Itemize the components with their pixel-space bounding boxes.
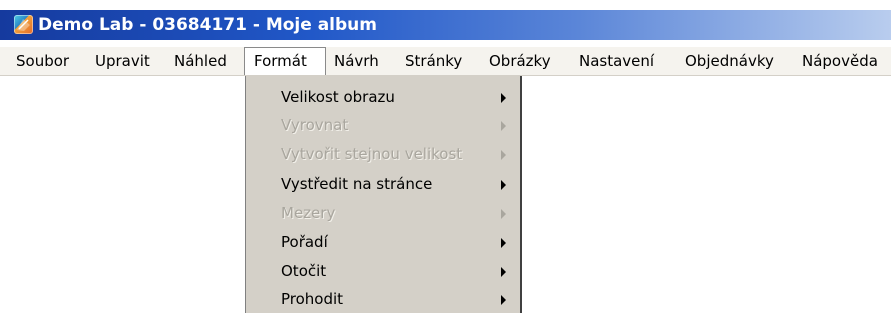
menu-item-vystredit-na-strance[interactable]: Vystředit na stránce [245, 172, 519, 197]
menu-item-label: Mezery [281, 204, 336, 222]
menu-nastaveni[interactable]: Nastavení [579, 47, 654, 75]
menu-bar: Soubor Upravit Náhled Formát Návrh Strán… [0, 47, 891, 76]
menu-item-label: Vyrovnat [281, 116, 349, 134]
menu-item-label: Pořadí [281, 233, 328, 251]
submenu-arrow-icon [501, 93, 506, 103]
window-title: Demo Lab - 03684171 - Moje album [38, 15, 377, 35]
submenu-arrow-icon [501, 150, 506, 160]
menu-item-vytvorit-stejnou-velikost: Vytvořit stejnou velikost [245, 142, 519, 167]
menu-item-mezery: Mezery [245, 201, 519, 226]
menu-obrazky[interactable]: Obrázky [489, 47, 551, 75]
menu-navrh[interactable]: Návrh [334, 47, 379, 75]
menu-upravit[interactable]: Upravit [95, 47, 150, 75]
menu-format[interactable]: Formát [244, 47, 326, 75]
menu-soubor[interactable]: Soubor [16, 47, 69, 75]
menu-item-poradi[interactable]: Pořadí [245, 230, 519, 255]
submenu-arrow-icon [501, 121, 506, 131]
submenu-arrow-icon [501, 238, 506, 248]
menu-stranky[interactable]: Stránky [405, 47, 462, 75]
title-bar[interactable]: Demo Lab - 03684171 - Moje album [0, 0, 891, 40]
menu-item-otocit[interactable]: Otočit [245, 259, 519, 284]
menu-item-label: Prohodit [281, 290, 344, 308]
submenu-arrow-icon [501, 209, 506, 219]
app-logo-icon[interactable] [14, 15, 33, 34]
menu-item-label: Velikost obrazu [281, 88, 395, 106]
menu-item-label: Vytvořit stejnou velikost [281, 145, 463, 163]
menu-item-vyrovnat: Vyrovnat [245, 113, 519, 138]
submenu-arrow-icon [501, 267, 506, 277]
submenu-arrow-icon [501, 295, 506, 305]
menu-item-label: Vystředit na stránce [281, 175, 433, 193]
format-dropdown-menu: Velikost obrazu Vyrovnat Vytvořit stejno… [244, 76, 522, 313]
app-logo-icon-graphic [17, 19, 30, 31]
menu-objednavky[interactable]: Objednávky [685, 47, 774, 75]
menu-item-velikost-obrazu[interactable]: Velikost obrazu [245, 85, 519, 110]
submenu-arrow-icon [501, 180, 506, 190]
menu-nahled[interactable]: Náhled [174, 47, 227, 75]
menu-napoveda[interactable]: Nápověda [802, 47, 878, 75]
menu-item-prohodit[interactable]: Prohodit [245, 287, 519, 312]
menu-item-label: Otočit [281, 262, 327, 280]
